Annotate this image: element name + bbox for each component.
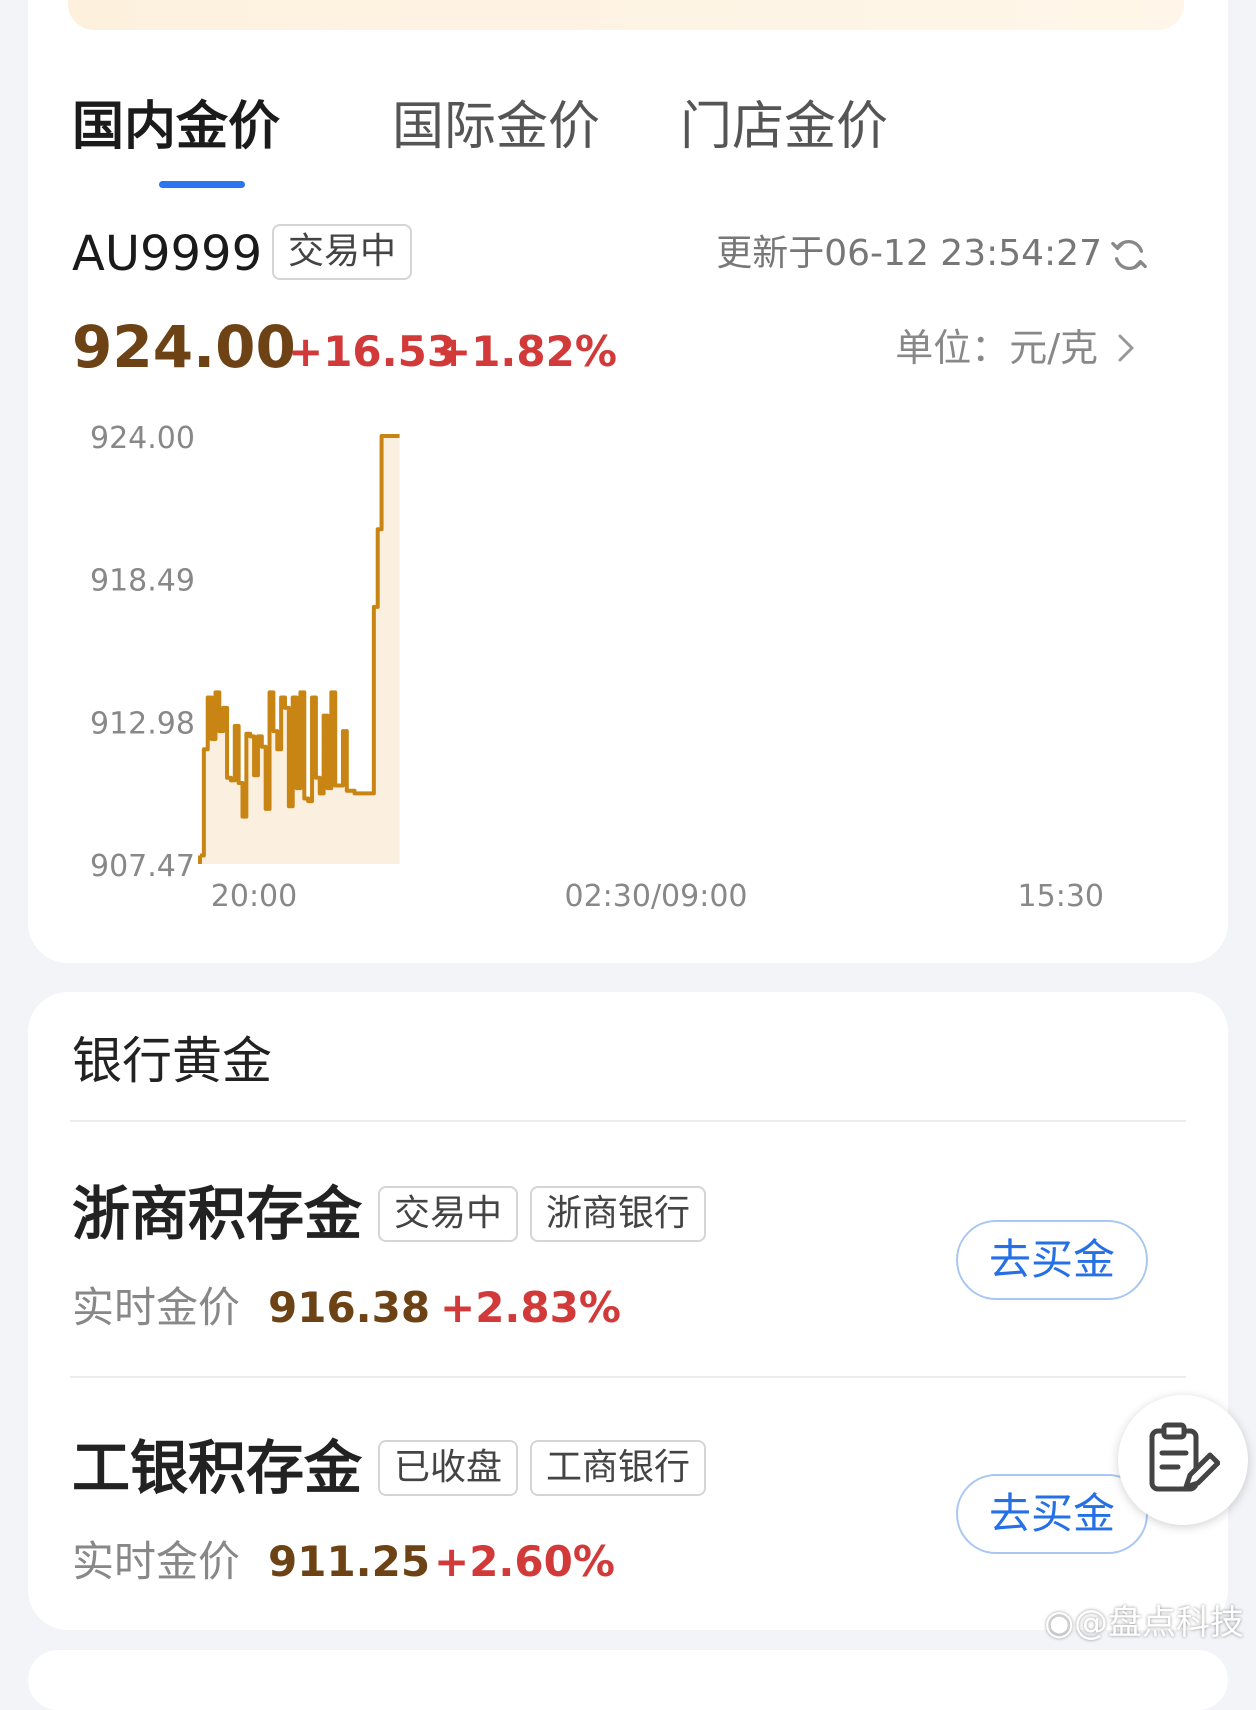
price-area [200,436,400,864]
realtime-label: 实时金价 [72,1537,241,1586]
list-item: 工银积存金 已收盘 工商银行 实时金价 911.25 +2.60% 去买金 [72,1432,1192,1612]
weibo-icon: ◉ [1044,1603,1074,1643]
gold-price-card: 国内金价 国际金价 门店金价 AU9999 交易中 更新于06-12 23:54… [28,0,1228,963]
buy-gold-button[interactable]: 去买金 [956,1474,1148,1554]
status-badge: 交易中 [378,1186,519,1242]
watermark: ◉@盘点科技 [1044,1600,1244,1646]
buy-gold-button[interactable]: 去买金 [956,1220,1148,1300]
realtime-change: +2.60% [434,1537,615,1586]
floating-note-button[interactable] [1118,1395,1248,1525]
realtime-price: 916.38 [268,1283,431,1332]
x-tick-label: 02:30/09:00 [564,879,747,914]
product-name: 浙商积存金 [72,1180,363,1248]
y-tick-label: 907.47 [90,849,195,884]
section-title: 银行黄金 [72,1032,272,1090]
bank-badge: 工商银行 [530,1440,707,1496]
divider [70,1376,1186,1378]
y-tick-label: 912.98 [90,706,195,741]
realtime-label: 实时金价 [72,1283,241,1332]
divider [70,1120,1186,1122]
list-item: 浙商积存金 交易中 浙商银行 实时金价 916.38 +2.83% 去买金 [72,1178,1192,1358]
bank-badge: 浙商银行 [530,1186,707,1242]
realtime-price: 911.25 [268,1537,431,1586]
product-name: 工银积存金 [72,1434,363,1502]
y-tick-label: 924.00 [90,421,195,456]
price-chart: 924.00 918.49 912.98 907.47 20:00 02:30/09:00… [90,421,1104,914]
status-badge: 已收盘 [378,1440,519,1496]
clipboard-edit-icon [1149,1422,1220,1492]
bank-gold-card: 银行黄金 浙商积存金 交易中 浙商银行 实时金价 916.38 +2.83% 去… [28,992,1228,1630]
realtime-change: +2.83% [440,1283,621,1332]
x-tick-label: 20:00 [211,879,297,914]
y-tick-label: 918.49 [90,564,195,599]
watermark-text: @盘点科技 [1074,1603,1244,1643]
next-card [28,1650,1228,1710]
x-tick-label: 15:30 [1018,879,1104,914]
